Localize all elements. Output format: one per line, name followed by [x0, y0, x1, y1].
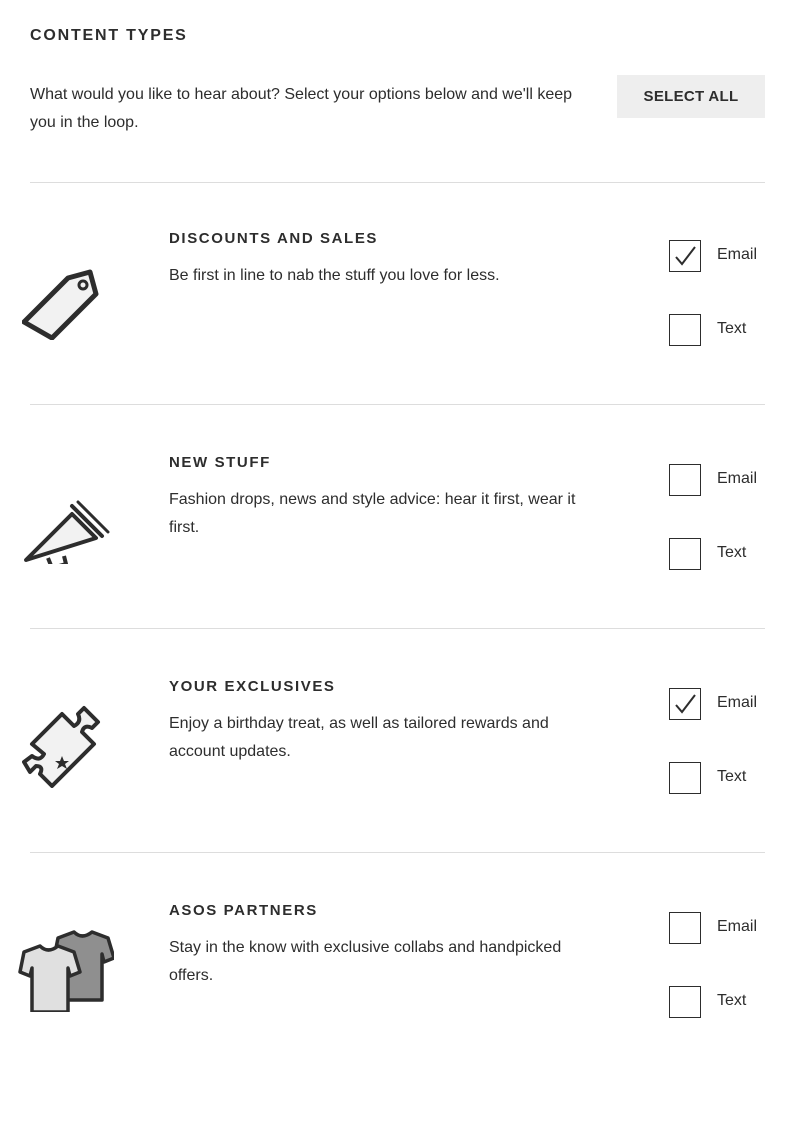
checkbox-box[interactable] [669, 986, 701, 1018]
text-checkbox-discounts[interactable]: Text [669, 314, 779, 346]
checkmark-icon [675, 246, 696, 266]
select-all-button[interactable]: SELECT ALL [617, 75, 765, 118]
ticket-icon [22, 700, 110, 788]
divider [30, 628, 765, 629]
category-title: NEW STUFF [169, 454, 271, 471]
category-asos-partners: ASOS PARTNERS Stay in the know with excl… [0, 902, 800, 1126]
divider [30, 182, 765, 183]
section-description: What would you like to hear about? Selec… [30, 86, 573, 131]
text-label: Text [717, 544, 747, 561]
divider [30, 404, 765, 405]
checkbox-box[interactable] [669, 464, 701, 496]
checkbox-box[interactable] [669, 538, 701, 570]
text-checkbox-partners[interactable]: Text [669, 986, 779, 1018]
tshirts-icon [18, 924, 114, 1012]
text-checkbox-exclusives[interactable]: Text [669, 762, 779, 794]
tag-icon [21, 252, 110, 341]
text-label: Text [717, 768, 747, 785]
category-description: Be first in line to nab the stuff you lo… [169, 267, 500, 284]
checkbox-box[interactable] [669, 314, 701, 346]
checkbox-box[interactable] [669, 688, 701, 720]
category-description: Fashion drops, news and style advice: he… [169, 491, 576, 536]
email-label: Email [717, 694, 758, 711]
section-title: CONTENT TYPES [30, 27, 188, 44]
email-label: Email [717, 470, 758, 487]
checkmark-icon [675, 694, 696, 714]
email-checkbox-exclusives[interactable]: Email [669, 688, 779, 720]
checkbox-box[interactable] [669, 240, 701, 272]
megaphone-icon [22, 476, 110, 570]
text-label: Text [717, 320, 747, 337]
category-title: DISCOUNTS AND SALES [169, 230, 379, 247]
email-label: Email [717, 918, 758, 935]
category-discounts-and-sales: DISCOUNTS AND SALES Be first in line to … [0, 230, 800, 454]
checkbox-box[interactable] [669, 912, 701, 944]
email-label: Email [717, 246, 758, 263]
text-checkbox-new-stuff[interactable]: Text [669, 538, 779, 570]
text-label: Text [717, 992, 747, 1009]
category-description: Enjoy a birthday treat, as well as tailo… [169, 715, 549, 760]
category-description: Stay in the know with exclusive collabs … [169, 939, 562, 984]
category-your-exclusives: YOUR EXCLUSIVES Enjoy a birthday treat, … [0, 678, 800, 902]
email-checkbox-discounts[interactable]: Email [669, 240, 779, 272]
email-checkbox-new-stuff[interactable]: Email [669, 464, 779, 496]
email-checkbox-partners[interactable]: Email [669, 912, 779, 944]
checkbox-box[interactable] [669, 762, 701, 794]
category-new-stuff: NEW STUFF Fashion drops, news and style … [0, 454, 800, 678]
category-title: YOUR EXCLUSIVES [169, 678, 336, 695]
category-title: ASOS PARTNERS [169, 902, 318, 919]
divider [30, 852, 765, 853]
